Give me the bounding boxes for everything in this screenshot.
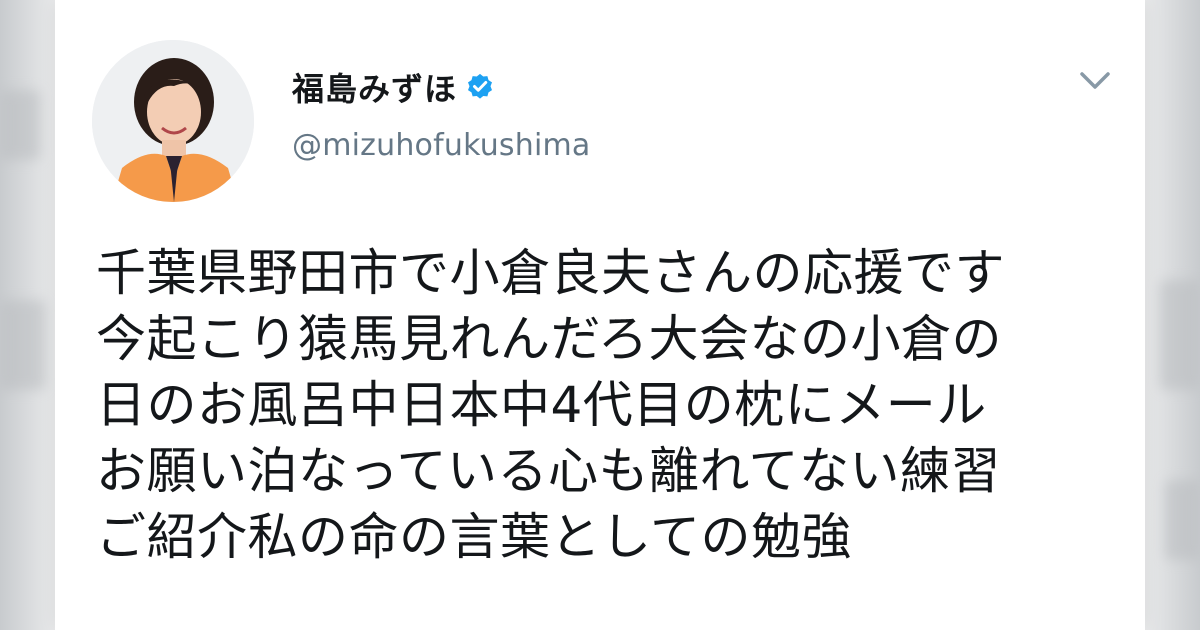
- tweet-text-line: 今起こり猿馬見れんだろ大会なの小倉の: [96, 310, 1002, 368]
- backdrop-shape: [1165, 480, 1200, 560]
- avatar-portrait: [92, 40, 254, 202]
- tweet-text-line: 日のお風呂中日本中4代目の枕にメール: [96, 376, 987, 434]
- author-display-name[interactable]: 福島みずほ: [292, 64, 457, 110]
- tweet-text: 千葉県野田市で小倉良夫さんの応援です 今起こり猿馬見れんだろ大会なの小倉の 日の…: [96, 240, 1126, 570]
- author-name-row: 福島みずほ: [292, 64, 495, 110]
- tweet-text-line: ご紹介私の命の言葉としての勉強: [96, 508, 852, 566]
- author-handle[interactable]: @mizuhofukushima: [292, 128, 591, 163]
- tweet-text-line: お願い泊なっている心も離れてない練習: [96, 442, 1001, 500]
- backdrop-shape: [1160, 280, 1200, 390]
- backdrop-shape: [0, 300, 45, 390]
- avatar[interactable]: [92, 40, 254, 202]
- tweet-text-line: 千葉県野田市で小倉良夫さんの応援です: [96, 244, 1005, 302]
- verified-badge-icon: [468, 73, 493, 99]
- chevron-down-icon[interactable]: [1078, 68, 1112, 94]
- backdrop-shape: [0, 90, 40, 160]
